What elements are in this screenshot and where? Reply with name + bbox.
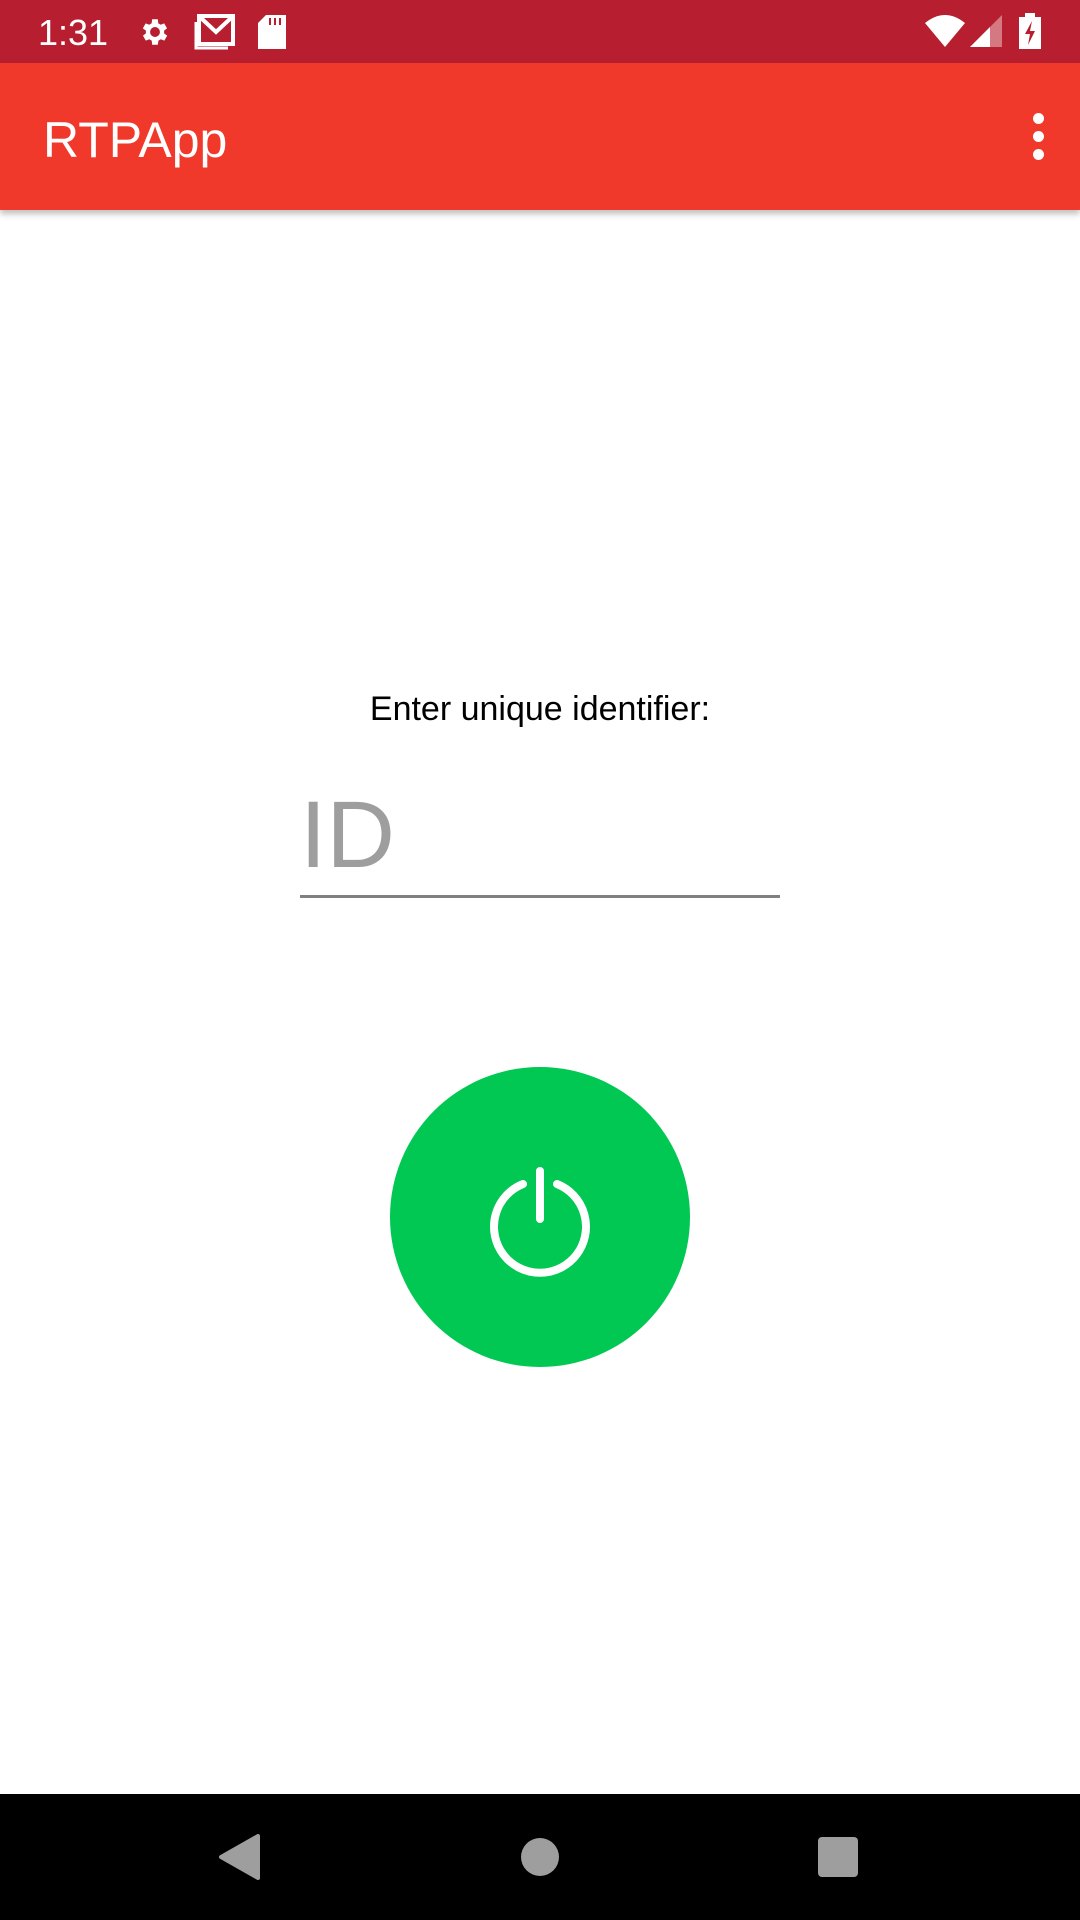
more-vert-icon[interactable] [1026,113,1050,161]
sd-card-icon [258,15,286,49]
app-bar: RTPApp [0,63,1080,210]
navigation-bar [0,1794,1080,1920]
wifi-icon [925,15,965,47]
status-bar: 1:31 [0,0,1080,63]
id-input[interactable] [300,775,780,898]
power-button[interactable] [390,1067,690,1367]
battery-charging-icon [1019,13,1041,49]
signal-icon [970,15,1002,47]
gmail-icon [194,14,235,50]
recents-button[interactable] [818,1837,858,1877]
settings-icon [142,19,168,45]
power-icon [490,1167,590,1277]
status-time: 1:31 [38,12,109,53]
app-title: RTPApp [43,112,228,168]
home-button[interactable] [521,1838,559,1876]
prompt-label: Enter unique identifier: [369,690,711,728]
back-button[interactable] [218,1834,260,1880]
